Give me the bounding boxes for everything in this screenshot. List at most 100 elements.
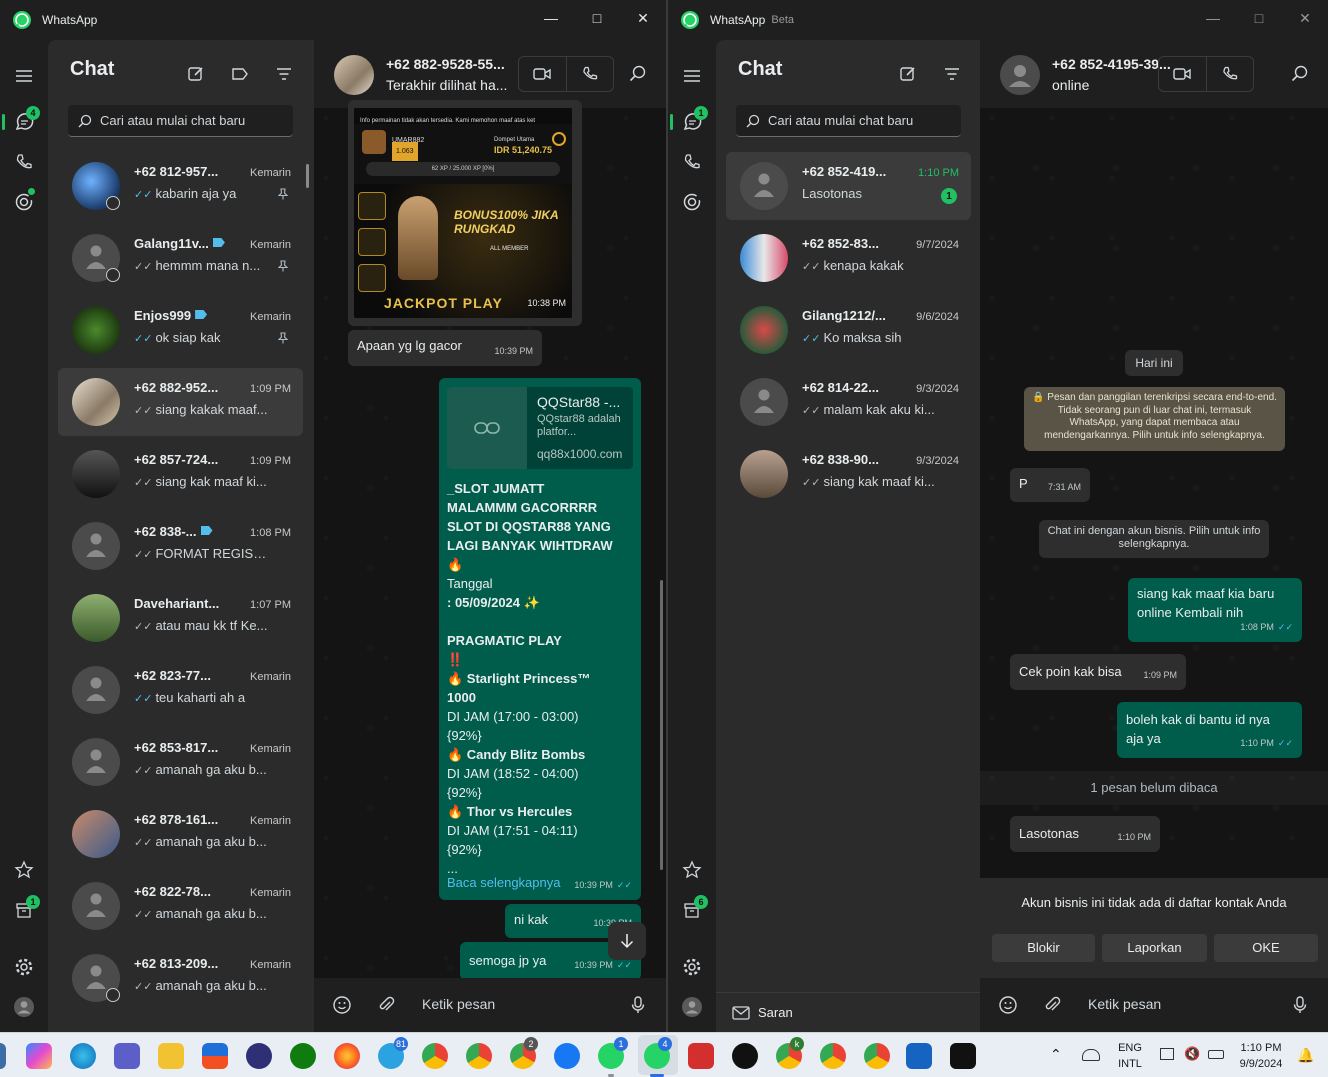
chat-list-item[interactable]: Enjos999 Kemarin ✓✓ ok siap kak [58, 296, 303, 364]
attach-icon[interactable] [1042, 995, 1062, 1015]
language-top[interactable]: ENG [1112, 1042, 1148, 1054]
new-chat-icon[interactable] [186, 64, 206, 84]
incoming-message[interactable]: Lasotonas 1:10 PM [1010, 816, 1160, 852]
clock-date[interactable]: 9/9/2024 [1232, 1058, 1290, 1070]
maximize-button[interactable]: □ [1236, 0, 1282, 36]
close-button[interactable]: ✕ [1282, 0, 1328, 36]
close-button[interactable]: ✕ [620, 0, 666, 36]
search-chat-icon[interactable] [1290, 64, 1310, 84]
calls-icon[interactable] [680, 150, 704, 174]
capcut-icon[interactable] [950, 1043, 976, 1069]
filter-icon[interactable] [942, 64, 962, 84]
outgoing-message[interactable]: siang kak maaf kia baru online Kembali n… [1128, 578, 1302, 642]
store-icon[interactable] [202, 1043, 228, 1069]
settings-icon[interactable] [12, 955, 36, 979]
incoming-message[interactable]: P 7:31 AM [1010, 468, 1090, 502]
chat-list-item[interactable]: Galang11v... Kemarin ✓✓ hemmm mana n... [58, 224, 303, 292]
conversation-header[interactable]: +62 882-9528-55... Terakhir dilihat ha..… [314, 40, 666, 108]
microphone-icon[interactable] [628, 995, 648, 1015]
profile-icon[interactable] [12, 995, 36, 1019]
profile-icon[interactable] [680, 995, 704, 1019]
xbox-icon[interactable] [290, 1043, 316, 1069]
report-button[interactable]: Laporkan [1102, 934, 1207, 962]
chat-list-item[interactable]: +62 882-952... 1:09 PM ✓✓ siang kakak maaf.… [58, 368, 303, 436]
chat-list-item[interactable]: +62 878-161... Kemarin ✓✓ amanah ga aku b..… [58, 800, 303, 868]
app-icon[interactable] [688, 1043, 714, 1069]
battery-icon[interactable] [1208, 1050, 1224, 1059]
app-icon[interactable] [246, 1043, 272, 1069]
chat-list-item[interactable]: +62 838-... 1:08 PM ✓✓ FORMAT REGISTR... [58, 512, 303, 580]
incoming-message[interactable]: Apaan yg lg gacor 10:39 PM [348, 330, 542, 366]
video-call-button[interactable] [519, 57, 566, 91]
scrollbar[interactable] [306, 164, 309, 188]
chat-list-item[interactable]: +62 822-78... Kemarin ✓✓ amanah ga aku b... [58, 872, 303, 940]
chat-list-item[interactable]: +62 812-957... Kemarin ✓✓ kabarin aja ya [58, 152, 303, 220]
copilot-icon[interactable] [26, 1043, 52, 1069]
chrome-icon[interactable] [422, 1043, 448, 1069]
facebook-icon[interactable] [554, 1043, 580, 1069]
tray-expand-icon[interactable]: ⌃ [1050, 1046, 1062, 1063]
chat-list-item[interactable]: +62 838-90... 9/3/2024 ✓✓ siang kak maaf ki… [726, 440, 971, 508]
chat-list-item[interactable]: Gilang1212/... 9/6/2024 ✓✓ Ko maksa sih [726, 296, 971, 364]
business-account-notice[interactable]: Chat ini dengan akun bisnis. Pilih untuk… [1039, 520, 1269, 558]
emoji-icon[interactable] [998, 995, 1018, 1015]
calls-icon[interactable] [12, 150, 36, 174]
scroll-down-button[interactable] [608, 922, 646, 960]
suggestions-button[interactable]: Saran [716, 992, 980, 1032]
chat-list-item[interactable]: +62 852-419... 1:10 PM Lasotonas 1 [726, 152, 971, 220]
microphone-icon[interactable] [1290, 995, 1310, 1015]
outgoing-message-long[interactable]: QQStar88 -... QQstar88 adalah platfor...… [439, 378, 641, 900]
chat-list-item[interactable]: +62 823-77... Kemarin ✓✓ teu kaharti ah a [58, 656, 303, 724]
chrome-icon[interactable] [820, 1043, 846, 1069]
minimize-button[interactable]: — [1190, 0, 1236, 36]
link-preview[interactable]: QQStar88 -... QQstar88 adalah platfor...… [447, 387, 633, 469]
block-button[interactable]: Blokir [992, 934, 1095, 962]
message-input[interactable]: Ketik pesan [422, 996, 495, 1012]
video-call-button[interactable] [1159, 57, 1206, 91]
message-input[interactable]: Ketik pesan [1088, 996, 1161, 1012]
contact-avatar[interactable] [1000, 55, 1040, 95]
ok-button[interactable]: OKE [1214, 934, 1318, 962]
voice-call-button[interactable] [565, 57, 614, 91]
starred-icon[interactable] [12, 858, 36, 882]
clock-time[interactable]: 1:10 PM [1232, 1042, 1290, 1054]
search-chat-icon[interactable] [628, 64, 648, 84]
outgoing-message[interactable]: boleh kak di bantu id nya aja ya 1:10 PM… [1117, 702, 1302, 758]
network-icon[interactable] [1160, 1048, 1174, 1060]
file-explorer-icon[interactable] [158, 1043, 184, 1069]
language-bottom[interactable]: INTL [1112, 1058, 1148, 1070]
widgets-icon[interactable] [0, 1043, 6, 1069]
promo-image[interactable]: Info permainan tidak akan tersedia. Kami… [354, 108, 572, 318]
search-input[interactable]: Cari atau mulai chat baru [68, 105, 293, 137]
menu-icon[interactable] [680, 64, 704, 88]
notification-bell-icon[interactable]: 🔔 [1297, 1047, 1314, 1064]
onedrive-icon[interactable] [1082, 1049, 1100, 1061]
chat-list-item[interactable]: +62 852-83... 9/7/2024 ✓✓ kenapa kakak [726, 224, 971, 292]
teams-icon[interactable] [114, 1043, 140, 1069]
image-message[interactable]: Info permainan tidak akan tersedia. Kami… [348, 100, 582, 326]
attach-icon[interactable] [376, 995, 396, 1015]
search-input[interactable]: Cari atau mulai chat baru [736, 105, 961, 137]
notepad-icon[interactable] [906, 1043, 932, 1069]
status-icon[interactable] [680, 190, 704, 214]
edge-icon[interactable] [70, 1043, 96, 1069]
incoming-message[interactable]: Cek poin kak bisa 1:09 PM [1010, 654, 1186, 690]
firefox-icon[interactable] [334, 1043, 360, 1069]
conversation-header[interactable]: +62 852-4195-39... online [980, 40, 1328, 108]
chat-list-item[interactable]: +62 813-209... Kemarin ✓✓ amanah ga aku b..… [58, 944, 303, 1012]
chat-list-item[interactable]: +62 814-22... 9/3/2024 ✓✓ malam kak aku ki.… [726, 368, 971, 436]
menu-icon[interactable] [12, 64, 36, 88]
contact-avatar[interactable] [334, 55, 374, 95]
maximize-button[interactable]: □ [574, 0, 620, 36]
new-chat-icon[interactable] [898, 64, 918, 84]
volume-icon[interactable]: 🔇 [1184, 1046, 1200, 1062]
chat-list-item[interactable]: Davehariant... 1:07 PM ✓✓ atau mau kk tf Ke… [58, 584, 303, 652]
starred-icon[interactable] [680, 858, 704, 882]
app-icon[interactable] [732, 1043, 758, 1069]
labels-icon[interactable] [230, 64, 250, 84]
encryption-notice[interactable]: 🔒 Pesan dan panggilan terenkripsi secara… [1024, 387, 1285, 451]
chrome-icon[interactable] [466, 1043, 492, 1069]
filter-icon[interactable] [274, 64, 294, 84]
conversation-scrollbar[interactable] [660, 580, 663, 870]
minimize-button[interactable]: — [528, 0, 574, 36]
